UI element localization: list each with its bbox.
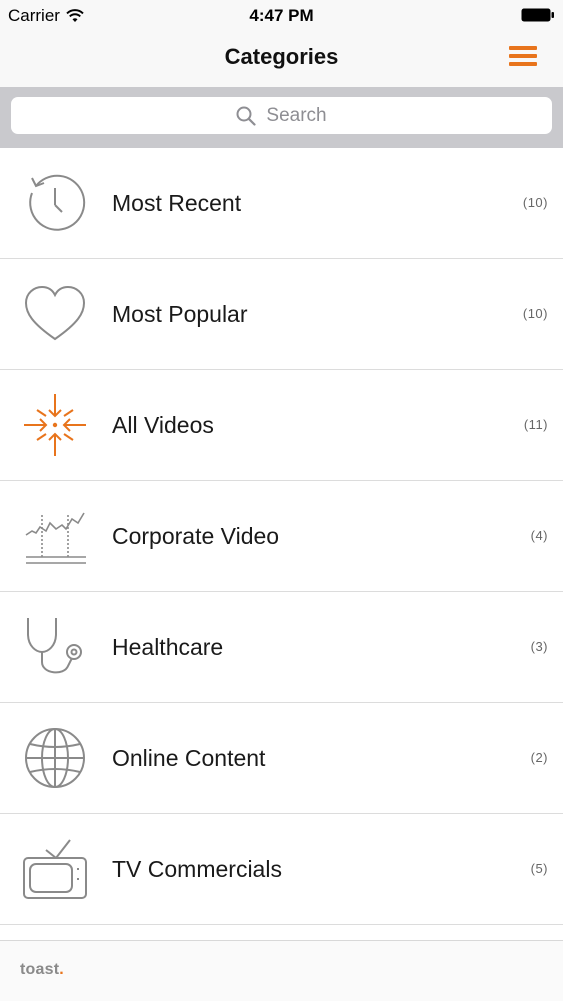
- nav-bar: Categories: [0, 30, 563, 87]
- footer: toast.: [0, 940, 563, 1001]
- battery-icon: [521, 8, 554, 22]
- category-label: Healthcare: [112, 634, 224, 660]
- category-count: (11): [523, 417, 548, 432]
- hamburger-icon-line: [509, 62, 537, 66]
- hamburger-icon: [509, 46, 537, 50]
- globe-icon: [25, 728, 85, 788]
- category-row-tv-commercials[interactable]: TV Commercials (5): [0, 814, 563, 925]
- category-count: (4): [530, 528, 548, 543]
- category-count: (10): [522, 195, 548, 210]
- line-chart-icon: [25, 512, 86, 564]
- status-bar: Carrier 4:47 PM: [0, 0, 563, 30]
- menu-button[interactable]: [509, 44, 539, 68]
- category-count: (5): [530, 861, 548, 876]
- heart-icon: [24, 285, 86, 341]
- category-label: Corporate Video: [112, 523, 280, 549]
- tv-icon: [23, 839, 87, 899]
- page-title: Categories: [224, 44, 339, 69]
- category-row-corporate-video[interactable]: Corporate Video (4): [0, 481, 563, 592]
- search-bar: Search: [0, 87, 563, 148]
- logo-text: toast: [20, 961, 60, 978]
- category-label: Most Recent: [112, 190, 242, 216]
- category-row-all-videos[interactable]: All Videos (11): [0, 370, 563, 481]
- category-list: Most Recent (10) Most Popular (10) All V…: [0, 148, 563, 925]
- category-label: TV Commercials: [112, 856, 282, 882]
- category-row-online-content[interactable]: Online Content (2): [0, 703, 563, 814]
- category-count: (3): [530, 639, 548, 654]
- category-row-most-popular[interactable]: Most Popular (10): [0, 259, 563, 370]
- category-label: Most Popular: [112, 301, 248, 327]
- clock: 4:47 PM: [249, 6, 314, 25]
- search-icon: [236, 106, 256, 126]
- category-count: (2): [530, 750, 548, 765]
- stethoscope-icon: [27, 618, 82, 674]
- category-row-healthcare[interactable]: Healthcare (3): [0, 592, 563, 703]
- search-placeholder: Search: [266, 104, 327, 126]
- logo-dot: .: [59, 961, 64, 978]
- category-label: All Videos: [112, 412, 214, 438]
- category-count: (10): [522, 306, 548, 321]
- clock-history-icon: [29, 174, 86, 231]
- search-input[interactable]: Search: [11, 97, 552, 134]
- converge-arrows-icon: [24, 394, 86, 456]
- toast-logo: toast.: [20, 961, 64, 979]
- category-label: Online Content: [112, 745, 266, 771]
- hamburger-icon-line: [509, 54, 537, 58]
- category-row-most-recent[interactable]: Most Recent (10): [0, 148, 563, 259]
